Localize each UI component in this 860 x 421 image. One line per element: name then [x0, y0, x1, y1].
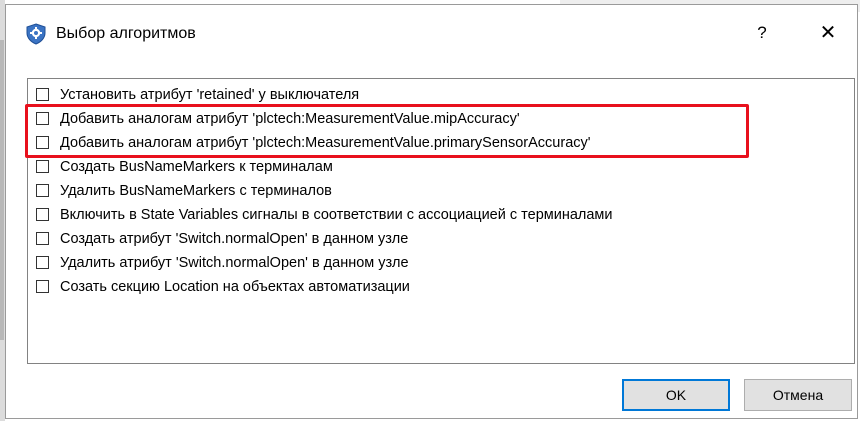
- algorithm-label: Удалить атрибут 'Switch.normalOpen' в да…: [60, 255, 409, 271]
- algorithm-label: Созать секцию Location на объектах автом…: [60, 279, 410, 295]
- algorithm-label: Создать атрибут 'Switch.normalOpen' в да…: [60, 231, 409, 247]
- algorithm-label: Установить атрибут 'retained' у выключат…: [60, 87, 360, 103]
- algorithm-label: Создать BusNameMarkers к терминалам: [60, 159, 333, 175]
- help-button[interactable]: ?: [746, 17, 778, 49]
- background-accent: [0, 40, 4, 340]
- ok-button[interactable]: OK: [622, 379, 730, 411]
- close-icon: ✕: [819, 22, 837, 44]
- title-bar[interactable]: Выбор алгоритмов ? ✕: [6, 5, 857, 61]
- algorithm-checkbox[interactable]: [36, 280, 49, 293]
- list-item[interactable]: Добавить аналогам атрибут 'plctech:Measu…: [36, 108, 846, 132]
- algorithm-checkbox[interactable]: [36, 208, 49, 221]
- algorithm-label: Добавить аналогам атрибут 'plctech:Measu…: [60, 111, 520, 127]
- algorithm-checkbox[interactable]: [36, 136, 49, 149]
- algorithm-selection-dialog: Выбор алгоритмов ? ✕ Установить атрибут …: [5, 4, 858, 419]
- algorithm-checkbox[interactable]: [36, 184, 49, 197]
- list-item[interactable]: Создать атрибут 'Switch.normalOpen' в да…: [36, 228, 846, 252]
- list-item[interactable]: Добавить аналогам атрибут 'plctech:Measu…: [36, 132, 846, 156]
- list-item[interactable]: Созать секцию Location на объектах автом…: [36, 276, 846, 300]
- list-item[interactable]: Включить в State Variables сигналы в соо…: [36, 204, 846, 228]
- list-item[interactable]: Установить атрибут 'retained' у выключат…: [36, 84, 846, 108]
- algorithm-checkbox[interactable]: [36, 160, 49, 173]
- list-item[interactable]: Создать BusNameMarkers к терминалам: [36, 156, 846, 180]
- close-button[interactable]: ✕: [812, 17, 844, 49]
- algorithm-checkbox[interactable]: [36, 88, 49, 101]
- app-icon: [25, 23, 47, 45]
- algorithm-checkbox[interactable]: [36, 256, 49, 269]
- algorithm-label: Добавить аналогам атрибут 'plctech:Measu…: [60, 135, 591, 151]
- algorithm-label: Включить в State Variables сигналы в соо…: [60, 207, 613, 223]
- cancel-button[interactable]: Отмена: [744, 379, 852, 411]
- algorithm-checkbox[interactable]: [36, 112, 49, 125]
- list-item[interactable]: Удалить атрибут 'Switch.normalOpen' в да…: [36, 252, 846, 276]
- list-item[interactable]: Удалить BusNameMarkers с терминалов: [36, 180, 846, 204]
- dialog-title: Выбор алгоритмов: [56, 25, 196, 42]
- algorithm-label: Удалить BusNameMarkers с терминалов: [60, 183, 332, 199]
- algorithm-list[interactable]: Установить атрибут 'retained' у выключат…: [27, 78, 855, 364]
- algorithm-checkbox[interactable]: [36, 232, 49, 245]
